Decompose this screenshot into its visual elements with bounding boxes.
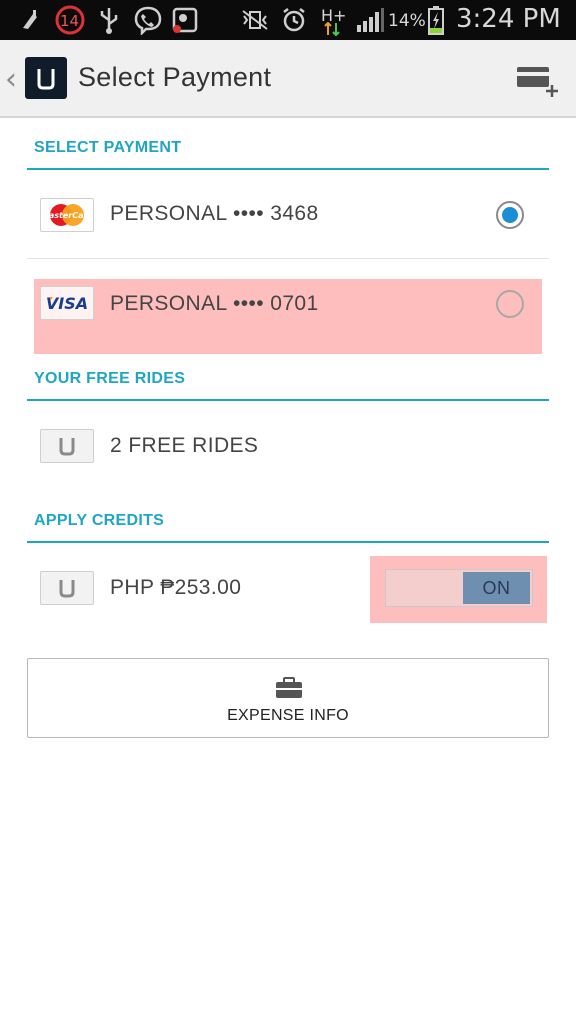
add-card-button[interactable] — [512, 64, 562, 100]
photo-app-icon — [170, 6, 200, 34]
payment-method-mastercard[interactable]: MasterCard PERSONAL •••• 3468 — [27, 186, 549, 244]
payment-method-label: PERSONAL •••• 3468 — [110, 202, 319, 225]
notification-count-icon: 14 — [54, 5, 86, 35]
free-rides-label: 2 FREE RIDES — [110, 434, 259, 457]
payment-method-label: PERSONAL •••• 0701 — [110, 292, 319, 315]
mastercard-icon: MasterCard — [40, 198, 94, 232]
apply-credits-toggle[interactable]: ON — [385, 569, 533, 607]
uber-icon — [40, 571, 94, 605]
vibrate-mute-icon — [240, 6, 270, 34]
battery-percent: 14% — [388, 11, 426, 31]
briefcase-icon — [275, 677, 303, 699]
uber-icon — [40, 429, 94, 463]
toggle-state-label: ON — [482, 577, 511, 598]
chevron-left-icon[interactable]: ‹ — [5, 62, 17, 97]
divider — [27, 258, 549, 259]
svg-text:MasterCard: MasterCard — [43, 211, 91, 220]
payment-method-visa[interactable]: VISA PERSONAL •••• 0701 — [27, 278, 549, 336]
free-rides-row: 2 FREE RIDES — [27, 420, 549, 470]
uber-logo-icon[interactable] — [25, 57, 67, 99]
select-payment-title: SELECT PAYMENT — [34, 139, 182, 156]
radio-unselected[interactable] — [496, 290, 524, 318]
action-bar: ‹ Select Payment — [0, 40, 576, 118]
cleaner-app-icon — [18, 6, 44, 34]
select-payment-header: SELECT PAYMENT — [27, 136, 549, 170]
alarm-icon — [280, 6, 308, 34]
toggle-knob: ON — [463, 572, 530, 604]
svg-text:VISA: VISA — [46, 294, 88, 313]
radio-selected[interactable] — [496, 201, 524, 229]
visa-icon: VISA — [40, 286, 94, 320]
free-rides-header: YOUR FREE RIDES — [27, 367, 549, 401]
credits-amount: PHP ₱253.00 — [110, 576, 242, 599]
data-arrows-icon — [322, 22, 342, 36]
apply-credits-title: APPLY CREDITS — [34, 512, 165, 529]
usb-icon — [96, 6, 122, 34]
free-rides-title: YOUR FREE RIDES — [34, 370, 186, 387]
viber-icon — [132, 6, 164, 35]
expense-info-button[interactable]: EXPENSE INFO — [27, 658, 549, 738]
clock: 3:24 PM — [456, 4, 561, 34]
signal-icon — [355, 6, 385, 34]
status-bar: 14 H+ 14% 3:24 PM — [0, 0, 576, 40]
add-card-icon — [517, 67, 558, 97]
page-title: Select Payment — [78, 62, 272, 92]
expense-info-label: EXPENSE INFO — [227, 707, 349, 724]
notification-count: 14 — [60, 12, 80, 30]
battery-charging-icon — [426, 6, 446, 35]
apply-credits-header: APPLY CREDITS — [27, 509, 549, 543]
